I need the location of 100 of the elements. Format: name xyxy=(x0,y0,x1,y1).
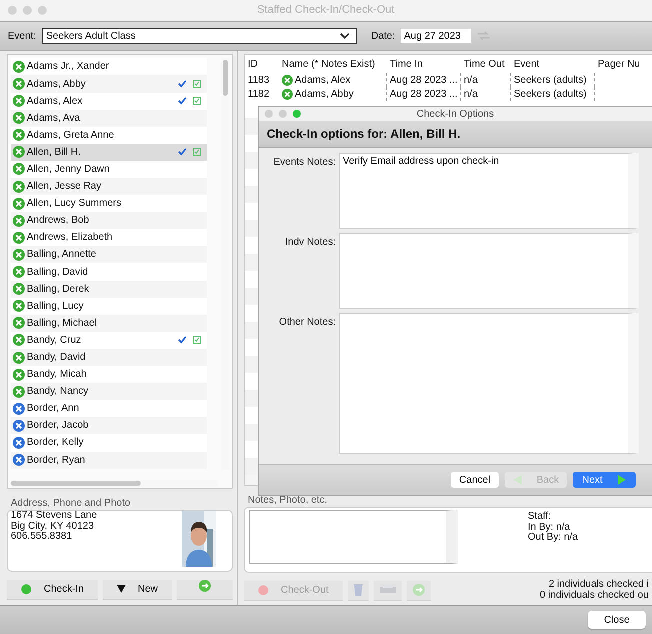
person-name: Balling, Annette xyxy=(27,249,98,260)
person-row[interactable]: Adams Jr., Xander xyxy=(11,58,207,76)
cancel-button[interactable]: Cancel xyxy=(451,472,499,488)
person-row[interactable]: Allen, Lucy Summers xyxy=(11,195,207,212)
column-header[interactable]: Time In xyxy=(387,58,461,70)
table-cell-text: 1183 xyxy=(247,74,271,88)
person-row[interactable]: Bandy, Micah xyxy=(11,366,207,384)
arrows-icon[interactable] xyxy=(477,31,492,42)
person-name: Adams, Ava xyxy=(27,112,82,124)
notes-field[interactable]: Verify Email address upon check-in xyxy=(339,153,639,229)
table-cell: Aug 28 2023 ... xyxy=(387,73,461,88)
person-name: Balling, Michael xyxy=(27,318,98,329)
person-name: Balling, Derek xyxy=(27,284,90,295)
person-row[interactable]: Balling, Lucy xyxy=(11,298,207,315)
person-row[interactable]: Adams, Abby xyxy=(11,75,207,93)
person-name: Adams Jr., Xander xyxy=(27,61,110,72)
person-row[interactable]: Balling, David xyxy=(11,263,207,281)
person-name: Allen, Jesse Ray xyxy=(27,181,102,192)
cell-text: Adams, Alex xyxy=(295,74,351,86)
person-row[interactable]: Adams, Greta Anne xyxy=(11,126,207,144)
person-name: Balling, David xyxy=(27,266,90,278)
trash-button[interactable] xyxy=(348,580,369,600)
status-text: 0 individuals checked ou xyxy=(540,590,649,602)
person-name: Bandy, Nancy xyxy=(27,386,90,398)
person-row[interactable]: Border, Jacob xyxy=(11,417,207,434)
window-controls[interactable] xyxy=(265,110,301,118)
address-label: Address, Phone and Photo xyxy=(11,498,132,510)
person-name: Border, Ryan xyxy=(27,454,86,466)
arrow-button[interactable] xyxy=(406,580,431,600)
date-field[interactable]: Aug 27 2023 xyxy=(401,29,472,44)
table-cell-text: 1182 xyxy=(247,88,271,102)
note-icon xyxy=(193,80,201,88)
event-dropdown[interactable]: Seekers Adult Class xyxy=(42,28,358,44)
column-header[interactable]: Name (* Notes Exist) xyxy=(279,58,387,70)
person-row[interactable]: Adams, Ava xyxy=(11,110,207,127)
triangle-right-icon xyxy=(616,474,627,486)
person-row[interactable]: Balling, Derek xyxy=(11,280,207,298)
notes-field[interactable] xyxy=(339,313,639,454)
new-button[interactable]: New xyxy=(103,580,172,599)
person-row[interactable]: Bandy, Cruz xyxy=(11,332,207,349)
next-button[interactable]: Next xyxy=(573,472,636,488)
note-icon xyxy=(193,148,201,156)
person-name: Border, Kelly xyxy=(27,437,85,448)
arrow-button[interactable] xyxy=(177,580,233,599)
table-cell: n/a xyxy=(461,73,511,88)
column-header[interactable]: Event xyxy=(511,58,595,70)
person-row[interactable]: Bandy, Nancy xyxy=(11,383,207,400)
person-name: Bandy, David xyxy=(27,352,87,363)
person-name: Adams, Abby xyxy=(27,78,87,90)
triangle-left-icon xyxy=(512,474,523,486)
person-row[interactable]: Andrews, Elizabeth xyxy=(11,229,207,246)
trash-icon xyxy=(354,584,363,596)
person-row[interactable]: Balling, Michael xyxy=(11,314,207,332)
table-cell: Seekers (adults) xyxy=(511,73,595,88)
dot-icon xyxy=(258,584,269,596)
person-name: Adams, Alex xyxy=(27,96,84,107)
close-button[interactable]: Close xyxy=(588,611,646,630)
person-row[interactable]: Adams, Alex xyxy=(11,92,207,110)
printer-button[interactable] xyxy=(374,580,402,600)
column-header[interactable]: Time Out xyxy=(461,58,511,70)
notes-field[interactable] xyxy=(249,510,458,564)
note-icon xyxy=(193,336,201,344)
person-row[interactable]: Allen, Bill H. xyxy=(11,144,207,161)
note-icon xyxy=(193,97,201,106)
address-line: 1674 Stevens Lane xyxy=(11,511,98,522)
person-row[interactable]: Allen, Jenny Dawn xyxy=(11,160,207,178)
dialog-title: Check-In Options xyxy=(416,108,494,120)
window-controls[interactable] xyxy=(8,6,47,15)
person-name: Allen, Lucy Summers xyxy=(27,198,122,210)
staff-text: Out By: n/a xyxy=(528,533,578,544)
person-row[interactable]: Border, Ann xyxy=(11,400,207,418)
staff-text: In By: n/a xyxy=(528,522,570,533)
check-in-button[interactable]: Check-In xyxy=(7,580,98,599)
field-label: Other Notes: xyxy=(278,316,336,330)
dialog-heading: Check-In options for: Allen, Bill H. xyxy=(267,127,461,141)
person-name: Allen, Bill H. xyxy=(27,146,82,158)
person-row[interactable]: Border, Kelly xyxy=(11,434,207,452)
person-name: Andrews, Elizabeth xyxy=(27,232,114,244)
column-header[interactable]: ID xyxy=(245,58,279,70)
address-line: Big City, KY 40123 xyxy=(11,522,96,532)
dot-icon xyxy=(21,584,32,595)
chevron-down-icon xyxy=(340,32,350,40)
person-name: Border, Jacob xyxy=(27,420,90,432)
person-row[interactable]: Andrews, Bob xyxy=(11,212,207,230)
person-name: Bandy, Cruz xyxy=(27,334,82,346)
person-name: Bandy, Micah xyxy=(27,369,88,380)
person-name: Andrews, Bob xyxy=(27,215,90,226)
person-row[interactable]: Balling, Annette xyxy=(11,246,207,264)
person-row[interactable]: Border, Ryan xyxy=(11,452,207,469)
notes-field[interactable] xyxy=(339,233,639,309)
event-label: Event: xyxy=(8,30,36,42)
person-name: Allen, Jenny Dawn xyxy=(27,164,111,175)
cell-text: Adams, Abby xyxy=(295,88,354,100)
person-name: Adams, Greta Anne xyxy=(27,130,116,141)
person-row[interactable]: Allen, Jesse Ray xyxy=(11,178,207,196)
person-row[interactable]: Bandy, David xyxy=(11,348,207,366)
notes-label: Notes, Photo, etc. xyxy=(248,495,328,506)
address-line: 606.555.8381 xyxy=(11,532,74,543)
column-header[interactable]: Pager Nu xyxy=(595,58,647,70)
field-label: Indv Notes: xyxy=(284,236,336,250)
